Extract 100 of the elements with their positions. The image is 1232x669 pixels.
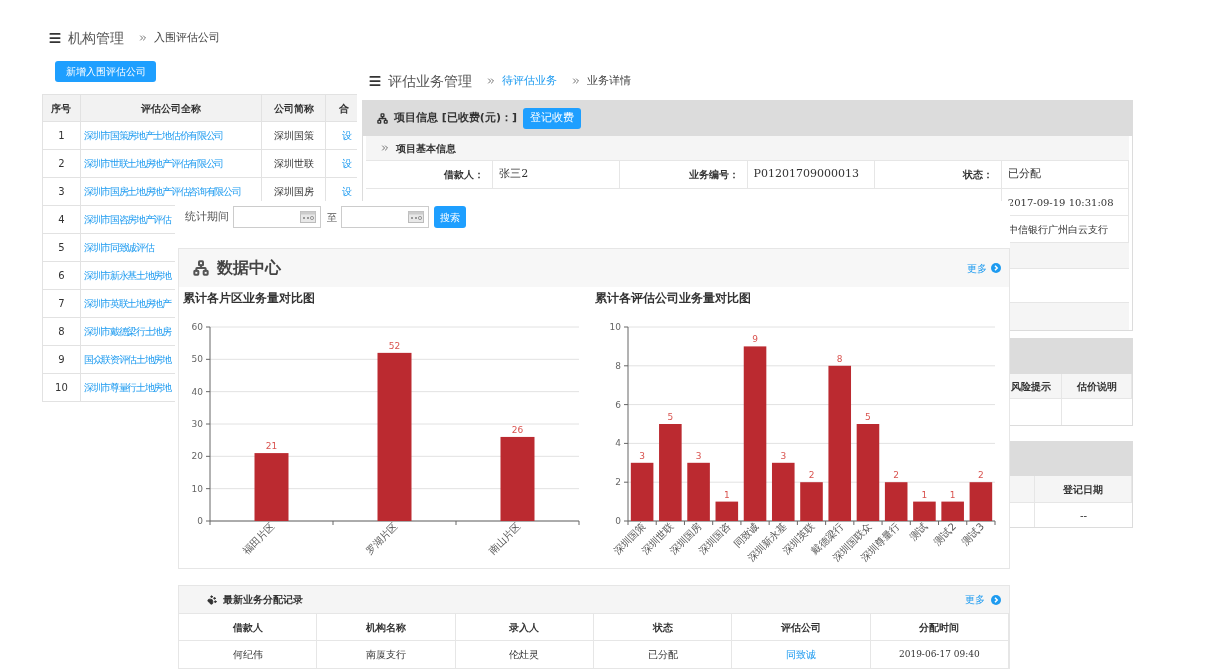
calendar-icon[interactable] <box>300 211 316 223</box>
value-label: 8 <box>836 353 843 364</box>
bar <box>941 501 964 521</box>
table-cell-text: -- <box>1079 508 1088 523</box>
sitemap-icon <box>193 260 209 276</box>
table-cell: 2 <box>43 150 81 178</box>
chevrons-right-icon <box>138 33 148 43</box>
end-date-field[interactable] <box>341 206 429 228</box>
table-cell-text: 南厦支行 <box>366 648 406 662</box>
field-value: 张三2 <box>499 166 529 183</box>
settings-link[interactable]: 设 <box>342 156 352 171</box>
company-link[interactable]: 深圳市英联土地房地产 <box>83 296 171 311</box>
table-cell-text: 伦灶灵 <box>509 648 540 662</box>
company-link[interactable]: 深圳市世联土地房地产评估有限公司 <box>83 156 224 171</box>
field-value: 已分配 <box>1007 166 1041 183</box>
bar <box>630 462 654 521</box>
column-header: 录入人 <box>509 620 540 635</box>
column-header: 评估公司 <box>781 620 821 635</box>
table-cell: 7 <box>43 290 81 318</box>
chevrons-right-icon <box>486 76 496 86</box>
column-header: 公司简称 <box>262 95 327 122</box>
column-header: 风险提示 <box>1010 379 1051 394</box>
table-cell: 9 <box>43 346 81 374</box>
column-header: 机构名称 <box>366 620 406 635</box>
value-label: 9 <box>752 334 758 345</box>
table-cell-text: 深圳国房 <box>273 185 314 199</box>
company-link[interactable]: 深圳市尊量行土地房地 <box>83 380 171 395</box>
column-header: 状态 <box>652 620 673 635</box>
field-label: 业务编号： <box>688 168 739 182</box>
axis-label: 50 <box>191 354 203 365</box>
value-label: 1 <box>723 489 730 500</box>
axis-label: 0 <box>615 516 621 526</box>
table-cell-text: 深圳国策 <box>273 129 314 143</box>
add-company-button[interactable]: 新增入围评估公司 <box>55 61 156 82</box>
settings-link[interactable]: 设 <box>342 128 352 143</box>
chart-title: 累计各评估公司业务量对比图 <box>594 290 752 305</box>
bar <box>884 482 908 521</box>
company-link[interactable]: 深圳市戴德梁行土地房 <box>83 324 171 339</box>
value-label: 21 <box>265 441 278 452</box>
bar <box>254 453 289 521</box>
more-link[interactable]: 更多 <box>965 592 985 607</box>
axis-label: 40 <box>191 386 203 397</box>
axis-label: 20 <box>191 451 203 462</box>
menu-icon[interactable] <box>368 74 382 88</box>
value-label: 1 <box>921 489 928 500</box>
column-header: 序号 <box>43 95 81 122</box>
category-label: 福田片区 <box>240 520 277 557</box>
table-cell: 6 <box>43 262 81 290</box>
chart-title: 累计各片区业务量对比图 <box>182 290 316 305</box>
panel-title: 最新业务分配记录 <box>223 593 303 607</box>
register-fee-button[interactable]: 登记收费 <box>522 108 581 129</box>
column-header: 评估公司全称 <box>80 95 263 122</box>
breadcrumb-current: 入围评估公司 <box>154 29 220 46</box>
arrow-circle-icon <box>991 594 1001 605</box>
paw-icon <box>207 594 217 605</box>
axis-label: 60 <box>191 322 203 332</box>
category-label: 罗湖片区 <box>363 520 400 557</box>
axis-label: 30 <box>191 419 203 429</box>
axis-label: 10 <box>609 322 621 332</box>
column-header: 登记日期 <box>1063 482 1103 497</box>
search-button[interactable]: 搜索 <box>434 206 466 228</box>
company-link[interactable]: 国众联资评估土地房地 <box>83 352 171 367</box>
column-header: 分配时间 <box>919 620 960 635</box>
value-label: 1 <box>949 489 956 500</box>
axis-label: 0 <box>197 516 203 526</box>
table-cell-text: 已分配 <box>647 648 678 662</box>
bar <box>772 462 795 521</box>
settings-link[interactable]: 设 <box>342 184 352 199</box>
column-header: 借款人 <box>232 620 263 635</box>
category-label: 测试3 <box>959 520 987 548</box>
bar <box>715 501 739 521</box>
table-cell: 5 <box>43 234 81 262</box>
company-link[interactable]: 深圳市国策房地产土地估价有限公司 <box>83 128 224 143</box>
table-cell: 4 <box>43 206 81 234</box>
field-value: 2017-09-19 10:31:08 <box>1007 195 1114 210</box>
start-date-field[interactable] <box>233 206 321 228</box>
value-label: 2 <box>978 470 984 481</box>
company-link[interactable]: 深圳市国咨房地产评估 <box>83 212 171 227</box>
bar <box>969 482 993 521</box>
field-label: 借款人： <box>444 168 485 182</box>
company-link[interactable]: 深圳市国房土地房地产评估咨询有限公司 <box>83 184 241 199</box>
table-cell-text: 何纪伟 <box>232 648 263 662</box>
table-cell: 3 <box>43 178 81 206</box>
calendar-icon[interactable] <box>408 211 424 223</box>
menu-icon[interactable] <box>48 31 62 45</box>
chevrons-right-icon <box>380 143 390 153</box>
company-link[interactable]: 深圳市同致诚评估 <box>83 240 154 255</box>
axis-label: 6 <box>615 399 621 410</box>
section-title: 项目基本信息 <box>396 141 456 156</box>
value-label: 5 <box>667 412 674 422</box>
more-link[interactable]: 更多 <box>967 260 987 276</box>
company-link[interactable]: 深圳市新永基土地房地 <box>83 268 171 283</box>
axis-label: 10 <box>191 483 203 494</box>
axis-label: 4 <box>615 438 621 449</box>
value-label: 2 <box>808 470 815 481</box>
field-value: P01201709000013 <box>753 166 859 183</box>
page-title: 机构管理 <box>68 28 124 48</box>
company-link[interactable]: 同致诚 <box>786 647 816 662</box>
breadcrumb-link[interactable]: 待评估业务 <box>502 72 557 90</box>
table-cell: 1 <box>43 122 81 150</box>
